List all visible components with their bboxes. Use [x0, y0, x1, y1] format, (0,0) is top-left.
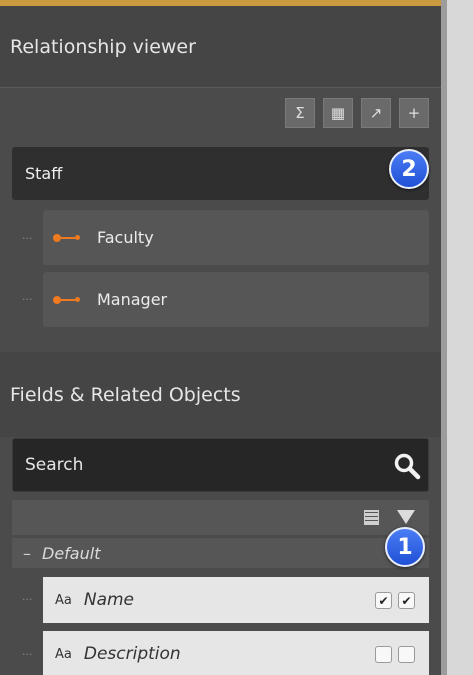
grid-view-icon[interactable]: [364, 510, 379, 525]
tree-connector-dots: ···: [22, 593, 33, 606]
relation-icon: [53, 233, 80, 242]
search-input[interactable]: Search: [12, 438, 429, 492]
field-checkboxes: [375, 646, 415, 663]
search-placeholder: Search: [25, 455, 84, 475]
tree-connector-dots: ···: [22, 293, 33, 306]
list-toolbar: [12, 500, 429, 535]
field-checkbox[interactable]: ✔: [398, 592, 415, 609]
fields-title: Fields & Related Objects: [10, 383, 241, 406]
field-row-description[interactable]: Aa Description: [43, 631, 429, 675]
relationship-toolbar: Σ ▦ ↗ +: [285, 98, 429, 128]
tree-item-manager[interactable]: Manager: [43, 272, 429, 327]
relationship-viewer-header: Relationship viewer: [0, 6, 441, 88]
group-default[interactable]: – Default: [12, 538, 429, 568]
field-checkboxes: ✔ ✔: [375, 592, 415, 609]
text-type-icon: Aa: [55, 646, 72, 662]
callout-badge-1: 1: [385, 527, 425, 567]
tree-connector-dots: ···: [22, 232, 33, 245]
add-button[interactable]: +: [399, 98, 429, 128]
calculator-button[interactable]: ▦: [323, 98, 353, 128]
search-icon[interactable]: [392, 451, 422, 481]
calculator-icon: ▦: [330, 104, 346, 122]
callout-badge-2: 2: [389, 149, 429, 189]
field-checkbox[interactable]: [375, 646, 392, 663]
panel-gutter: [441, 0, 473, 675]
field-name: Description: [83, 644, 181, 664]
sigma-icon: Σ: [295, 104, 305, 122]
tree-root-label: Staff: [25, 164, 63, 183]
side-panel: Relationship viewer Σ ▦ ↗ + Staff ··· Fa…: [0, 0, 441, 675]
tree-root-staff[interactable]: Staff: [12, 147, 429, 200]
tree-item-label: Faculty: [97, 228, 154, 247]
field-row-name[interactable]: Aa Name ✔ ✔: [43, 577, 429, 623]
text-type-icon: Aa: [55, 592, 72, 608]
group-label: Default: [42, 543, 101, 563]
tree-item-label: Manager: [97, 290, 168, 309]
filter-icon[interactable]: [397, 510, 415, 524]
fields-header: Fields & Related Objects: [0, 352, 441, 437]
collapse-toggle[interactable]: –: [12, 544, 42, 563]
relation-icon: [53, 295, 80, 304]
arrow-up-right-icon: ↗: [369, 104, 383, 122]
tree-connector-dots: ···: [22, 648, 33, 661]
field-checkbox[interactable]: ✔: [375, 592, 392, 609]
sum-button[interactable]: Σ: [285, 98, 315, 128]
open-external-button[interactable]: ↗: [361, 98, 391, 128]
panel-edge[interactable]: [441, 0, 447, 675]
field-checkbox[interactable]: [398, 646, 415, 663]
field-name: Name: [83, 590, 135, 610]
tree-item-faculty[interactable]: Faculty: [43, 210, 429, 265]
plus-icon: +: [407, 104, 421, 122]
relationship-viewer-title: Relationship viewer: [10, 35, 196, 58]
